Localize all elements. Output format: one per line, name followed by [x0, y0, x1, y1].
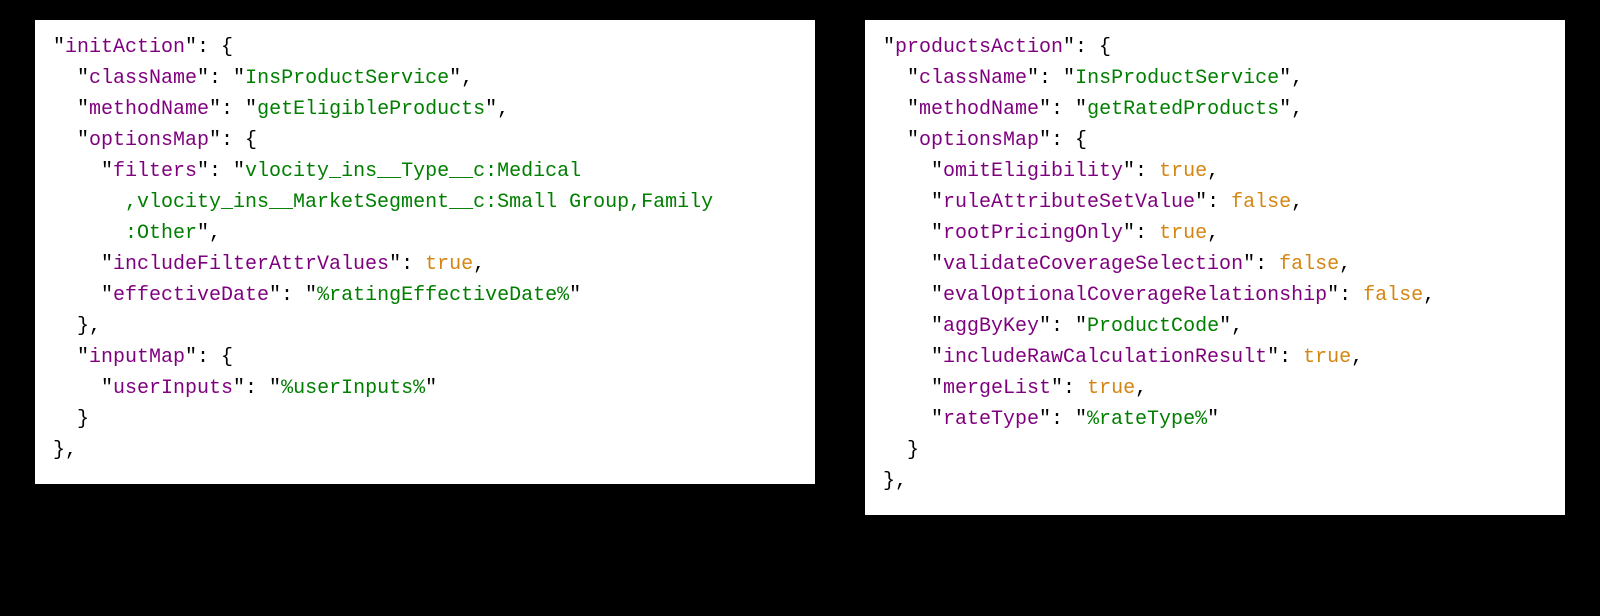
val-ruleattributesetvalue: false [1231, 191, 1291, 214]
key-evaloptionalcoveragerelationship: evalOptionalCoverageRelationship [943, 284, 1327, 307]
val-validatecoverageselection: false [1279, 253, 1339, 276]
val-filters-l2: ,vlocity_ins__MarketSegment__c:Small Gro… [125, 191, 713, 214]
key-mergelist: mergeList [943, 377, 1051, 400]
key-classname-left: className [89, 67, 197, 90]
val-omiteligibility: true [1159, 160, 1207, 183]
key-includefilterattrvalues: includeFilterAttrValues [113, 253, 389, 276]
val-aggbykey: ProductCode [1087, 315, 1219, 338]
code-block-right: "productsAction": { "className": "InsPro… [865, 20, 1565, 515]
val-evaloptionalcoveragerelationship: false [1363, 284, 1423, 307]
val-includefilterattrvalues: true [425, 253, 473, 276]
val-methodname-right: getRatedProducts [1087, 98, 1279, 121]
key-optionsmap-right: optionsMap [919, 129, 1039, 152]
val-classname-left: InsProductService [245, 67, 449, 90]
code-block-right-content: "productsAction": { "className": "InsPro… [883, 32, 1547, 497]
key-aggbykey: aggByKey [943, 315, 1039, 338]
val-filters-l1: vlocity_ins__Type__c:Medical [245, 160, 581, 183]
key-classname-right: className [919, 67, 1027, 90]
key-initaction: initAction [65, 36, 185, 59]
val-classname-right: InsProductService [1075, 67, 1279, 90]
key-ratetype: rateType [943, 408, 1039, 431]
key-inputmap: inputMap [89, 346, 185, 369]
key-userinputs: userInputs [113, 377, 233, 400]
key-filters-left: filters [113, 160, 197, 183]
val-mergelist: true [1087, 377, 1135, 400]
key-omiteligibility: omitEligibility [943, 160, 1123, 183]
key-ruleattributesetvalue: ruleAttributeSetValue [943, 191, 1195, 214]
code-block-left: "initAction": { "className": "InsProduct… [35, 20, 815, 484]
code-block-left-content: "initAction": { "className": "InsProduct… [53, 32, 797, 466]
key-methodname-right: methodName [919, 98, 1039, 121]
key-validatecoverageselection: validateCoverageSelection [943, 253, 1243, 276]
val-userinputs: %userInputs% [281, 377, 425, 400]
key-methodname-left: methodName [89, 98, 209, 121]
key-effectivedate: effectiveDate [113, 284, 269, 307]
val-filters-l3: :Other [125, 222, 197, 245]
val-includerawcalculationresult: true [1303, 346, 1351, 369]
val-ratetype: %rateType% [1087, 408, 1207, 431]
val-effectivedate: %ratingEffectiveDate% [317, 284, 569, 307]
key-optionsmap-left: optionsMap [89, 129, 209, 152]
key-includerawcalculationresult: includeRawCalculationResult [943, 346, 1267, 369]
val-methodname-left: getEligibleProducts [257, 98, 485, 121]
key-productsaction: productsAction [895, 36, 1063, 59]
val-rootpricingonly: true [1159, 222, 1207, 245]
key-rootpricingonly: rootPricingOnly [943, 222, 1123, 245]
